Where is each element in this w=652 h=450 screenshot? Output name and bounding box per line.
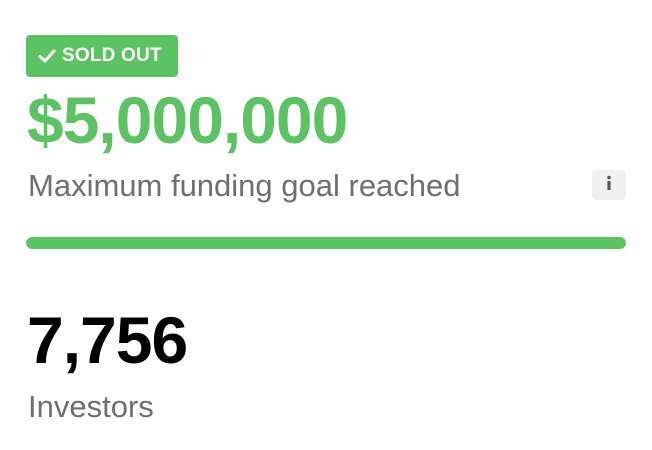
investors-count: 7,756: [27, 303, 188, 377]
funding-progress-fill: [26, 237, 626, 249]
funding-goal-text: Maximum funding goal reached: [28, 168, 461, 203]
check-icon: [38, 48, 56, 64]
info-button[interactable]: [592, 170, 626, 200]
funding-progress-bar: [26, 237, 626, 249]
investors-label: Investors: [28, 389, 154, 424]
funding-card: SOLD OUT $5,000,000 Maximum funding goal…: [0, 0, 652, 450]
sold-out-badge: SOLD OUT: [26, 35, 178, 77]
info-icon: [604, 175, 614, 196]
funding-amount: $5,000,000: [27, 83, 348, 157]
sold-out-label: SOLD OUT: [62, 45, 162, 66]
